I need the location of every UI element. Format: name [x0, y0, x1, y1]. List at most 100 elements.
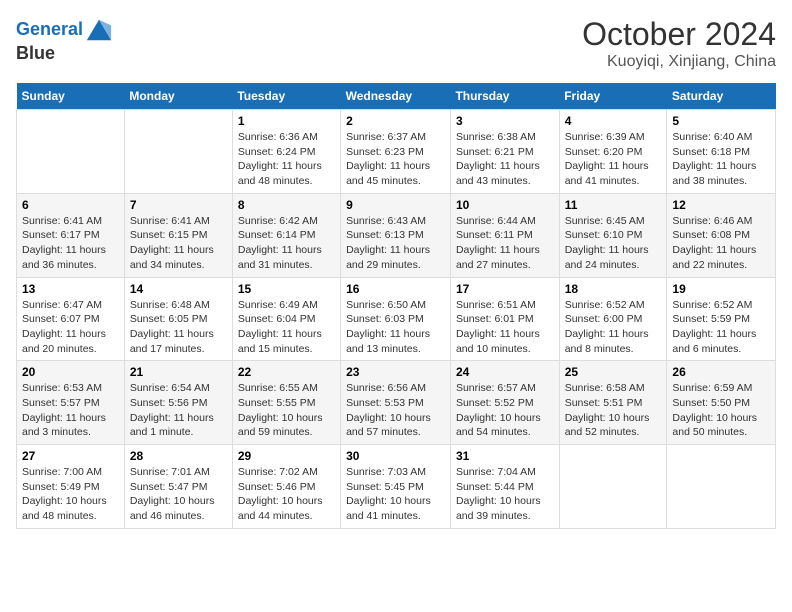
day-number: 21 [130, 365, 227, 379]
calendar-day-cell: 30 Sunrise: 7:03 AMSunset: 5:45 PMDaylig… [341, 445, 451, 529]
day-info: Sunrise: 7:02 AMSunset: 5:46 PMDaylight:… [238, 466, 323, 522]
day-info: Sunrise: 7:00 AMSunset: 5:49 PMDaylight:… [22, 466, 107, 522]
day-number: 7 [130, 198, 227, 212]
day-info: Sunrise: 6:39 AMSunset: 6:20 PMDaylight:… [565, 131, 649, 187]
day-info: Sunrise: 6:51 AMSunset: 6:01 PMDaylight:… [456, 299, 540, 355]
day-number: 14 [130, 282, 227, 296]
calendar-week-row: 27 Sunrise: 7:00 AMSunset: 5:49 PMDaylig… [17, 445, 776, 529]
day-number: 25 [565, 365, 662, 379]
day-number: 11 [565, 198, 662, 212]
calendar-day-cell: 8 Sunrise: 6:42 AMSunset: 6:14 PMDayligh… [232, 193, 340, 277]
day-number: 5 [672, 114, 770, 128]
calendar-subtitle: Kuoyiqi, Xinjiang, China [582, 53, 776, 71]
day-info: Sunrise: 6:55 AMSunset: 5:55 PMDaylight:… [238, 382, 323, 438]
logo: General Blue [16, 16, 113, 64]
calendar-day-cell: 6 Sunrise: 6:41 AMSunset: 6:17 PMDayligh… [17, 193, 125, 277]
calendar-week-row: 13 Sunrise: 6:47 AMSunset: 6:07 PMDaylig… [17, 277, 776, 361]
page-header: General Blue October 2024 Kuoyiqi, Xinji… [16, 16, 776, 71]
calendar-day-cell: 23 Sunrise: 6:56 AMSunset: 5:53 PMDaylig… [341, 361, 451, 445]
calendar-week-row: 6 Sunrise: 6:41 AMSunset: 6:17 PMDayligh… [17, 193, 776, 277]
calendar-day-cell: 15 Sunrise: 6:49 AMSunset: 6:04 PMDaylig… [232, 277, 340, 361]
calendar-day-cell: 5 Sunrise: 6:40 AMSunset: 6:18 PMDayligh… [667, 110, 776, 194]
calendar-day-cell: 9 Sunrise: 6:43 AMSunset: 6:13 PMDayligh… [341, 193, 451, 277]
day-number: 8 [238, 198, 335, 212]
calendar-day-cell: 16 Sunrise: 6:50 AMSunset: 6:03 PMDaylig… [341, 277, 451, 361]
day-number: 24 [456, 365, 554, 379]
day-info: Sunrise: 6:36 AMSunset: 6:24 PMDaylight:… [238, 131, 322, 187]
day-number: 16 [346, 282, 445, 296]
day-info: Sunrise: 6:58 AMSunset: 5:51 PMDaylight:… [565, 382, 650, 438]
day-number: 1 [238, 114, 335, 128]
calendar-title: October 2024 [582, 16, 776, 53]
day-info: Sunrise: 6:38 AMSunset: 6:21 PMDaylight:… [456, 131, 540, 187]
day-number: 27 [22, 449, 119, 463]
day-info: Sunrise: 6:37 AMSunset: 6:23 PMDaylight:… [346, 131, 430, 187]
day-info: Sunrise: 6:44 AMSunset: 6:11 PMDaylight:… [456, 215, 540, 271]
header-sunday: Sunday [17, 83, 125, 110]
calendar-day-cell: 27 Sunrise: 7:00 AMSunset: 5:49 PMDaylig… [17, 445, 125, 529]
day-number: 4 [565, 114, 662, 128]
header-thursday: Thursday [450, 83, 559, 110]
calendar-week-row: 1 Sunrise: 6:36 AMSunset: 6:24 PMDayligh… [17, 110, 776, 194]
calendar-day-cell: 10 Sunrise: 6:44 AMSunset: 6:11 PMDaylig… [450, 193, 559, 277]
day-number: 10 [456, 198, 554, 212]
day-info: Sunrise: 6:41 AMSunset: 6:15 PMDaylight:… [130, 215, 214, 271]
day-info: Sunrise: 6:53 AMSunset: 5:57 PMDaylight:… [22, 382, 106, 438]
calendar-day-cell: 17 Sunrise: 6:51 AMSunset: 6:01 PMDaylig… [450, 277, 559, 361]
header-saturday: Saturday [667, 83, 776, 110]
day-info: Sunrise: 6:45 AMSunset: 6:10 PMDaylight:… [565, 215, 649, 271]
day-number: 6 [22, 198, 119, 212]
calendar-day-cell: 13 Sunrise: 6:47 AMSunset: 6:07 PMDaylig… [17, 277, 125, 361]
calendar-day-cell: 21 Sunrise: 6:54 AMSunset: 5:56 PMDaylig… [124, 361, 232, 445]
day-info: Sunrise: 6:52 AMSunset: 5:59 PMDaylight:… [672, 299, 756, 355]
logo-text: General Blue [16, 16, 113, 64]
calendar-day-cell [559, 445, 667, 529]
calendar-table: Sunday Monday Tuesday Wednesday Thursday… [16, 83, 776, 529]
day-info: Sunrise: 6:46 AMSunset: 6:08 PMDaylight:… [672, 215, 756, 271]
day-number: 31 [456, 449, 554, 463]
calendar-day-cell: 25 Sunrise: 6:58 AMSunset: 5:51 PMDaylig… [559, 361, 667, 445]
calendar-day-cell: 19 Sunrise: 6:52 AMSunset: 5:59 PMDaylig… [667, 277, 776, 361]
calendar-day-cell [124, 110, 232, 194]
calendar-day-cell: 18 Sunrise: 6:52 AMSunset: 6:00 PMDaylig… [559, 277, 667, 361]
day-info: Sunrise: 6:43 AMSunset: 6:13 PMDaylight:… [346, 215, 430, 271]
day-number: 28 [130, 449, 227, 463]
calendar-day-cell [17, 110, 125, 194]
day-number: 12 [672, 198, 770, 212]
day-info: Sunrise: 7:03 AMSunset: 5:45 PMDaylight:… [346, 466, 431, 522]
day-number: 3 [456, 114, 554, 128]
day-number: 30 [346, 449, 445, 463]
calendar-day-cell: 4 Sunrise: 6:39 AMSunset: 6:20 PMDayligh… [559, 110, 667, 194]
day-info: Sunrise: 7:01 AMSunset: 5:47 PMDaylight:… [130, 466, 215, 522]
header-monday: Monday [124, 83, 232, 110]
calendar-day-cell [667, 445, 776, 529]
calendar-day-cell: 29 Sunrise: 7:02 AMSunset: 5:46 PMDaylig… [232, 445, 340, 529]
day-info: Sunrise: 6:48 AMSunset: 6:05 PMDaylight:… [130, 299, 214, 355]
day-number: 15 [238, 282, 335, 296]
logo-icon [85, 16, 113, 44]
day-info: Sunrise: 6:41 AMSunset: 6:17 PMDaylight:… [22, 215, 106, 271]
day-number: 18 [565, 282, 662, 296]
day-info: Sunrise: 6:52 AMSunset: 6:00 PMDaylight:… [565, 299, 649, 355]
day-info: Sunrise: 6:42 AMSunset: 6:14 PMDaylight:… [238, 215, 322, 271]
day-number: 19 [672, 282, 770, 296]
day-info: Sunrise: 6:54 AMSunset: 5:56 PMDaylight:… [130, 382, 214, 438]
day-number: 26 [672, 365, 770, 379]
calendar-day-cell: 31 Sunrise: 7:04 AMSunset: 5:44 PMDaylig… [450, 445, 559, 529]
day-info: Sunrise: 6:50 AMSunset: 6:03 PMDaylight:… [346, 299, 430, 355]
day-number: 29 [238, 449, 335, 463]
calendar-header-row: Sunday Monday Tuesday Wednesday Thursday… [17, 83, 776, 110]
calendar-day-cell: 7 Sunrise: 6:41 AMSunset: 6:15 PMDayligh… [124, 193, 232, 277]
day-info: Sunrise: 6:59 AMSunset: 5:50 PMDaylight:… [672, 382, 757, 438]
day-number: 17 [456, 282, 554, 296]
day-info: Sunrise: 6:49 AMSunset: 6:04 PMDaylight:… [238, 299, 322, 355]
calendar-day-cell: 2 Sunrise: 6:37 AMSunset: 6:23 PMDayligh… [341, 110, 451, 194]
calendar-day-cell: 26 Sunrise: 6:59 AMSunset: 5:50 PMDaylig… [667, 361, 776, 445]
calendar-day-cell: 22 Sunrise: 6:55 AMSunset: 5:55 PMDaylig… [232, 361, 340, 445]
calendar-day-cell: 3 Sunrise: 6:38 AMSunset: 6:21 PMDayligh… [450, 110, 559, 194]
day-info: Sunrise: 6:57 AMSunset: 5:52 PMDaylight:… [456, 382, 541, 438]
calendar-day-cell: 28 Sunrise: 7:01 AMSunset: 5:47 PMDaylig… [124, 445, 232, 529]
day-info: Sunrise: 6:47 AMSunset: 6:07 PMDaylight:… [22, 299, 106, 355]
calendar-day-cell: 12 Sunrise: 6:46 AMSunset: 6:08 PMDaylig… [667, 193, 776, 277]
day-info: Sunrise: 6:40 AMSunset: 6:18 PMDaylight:… [672, 131, 756, 187]
